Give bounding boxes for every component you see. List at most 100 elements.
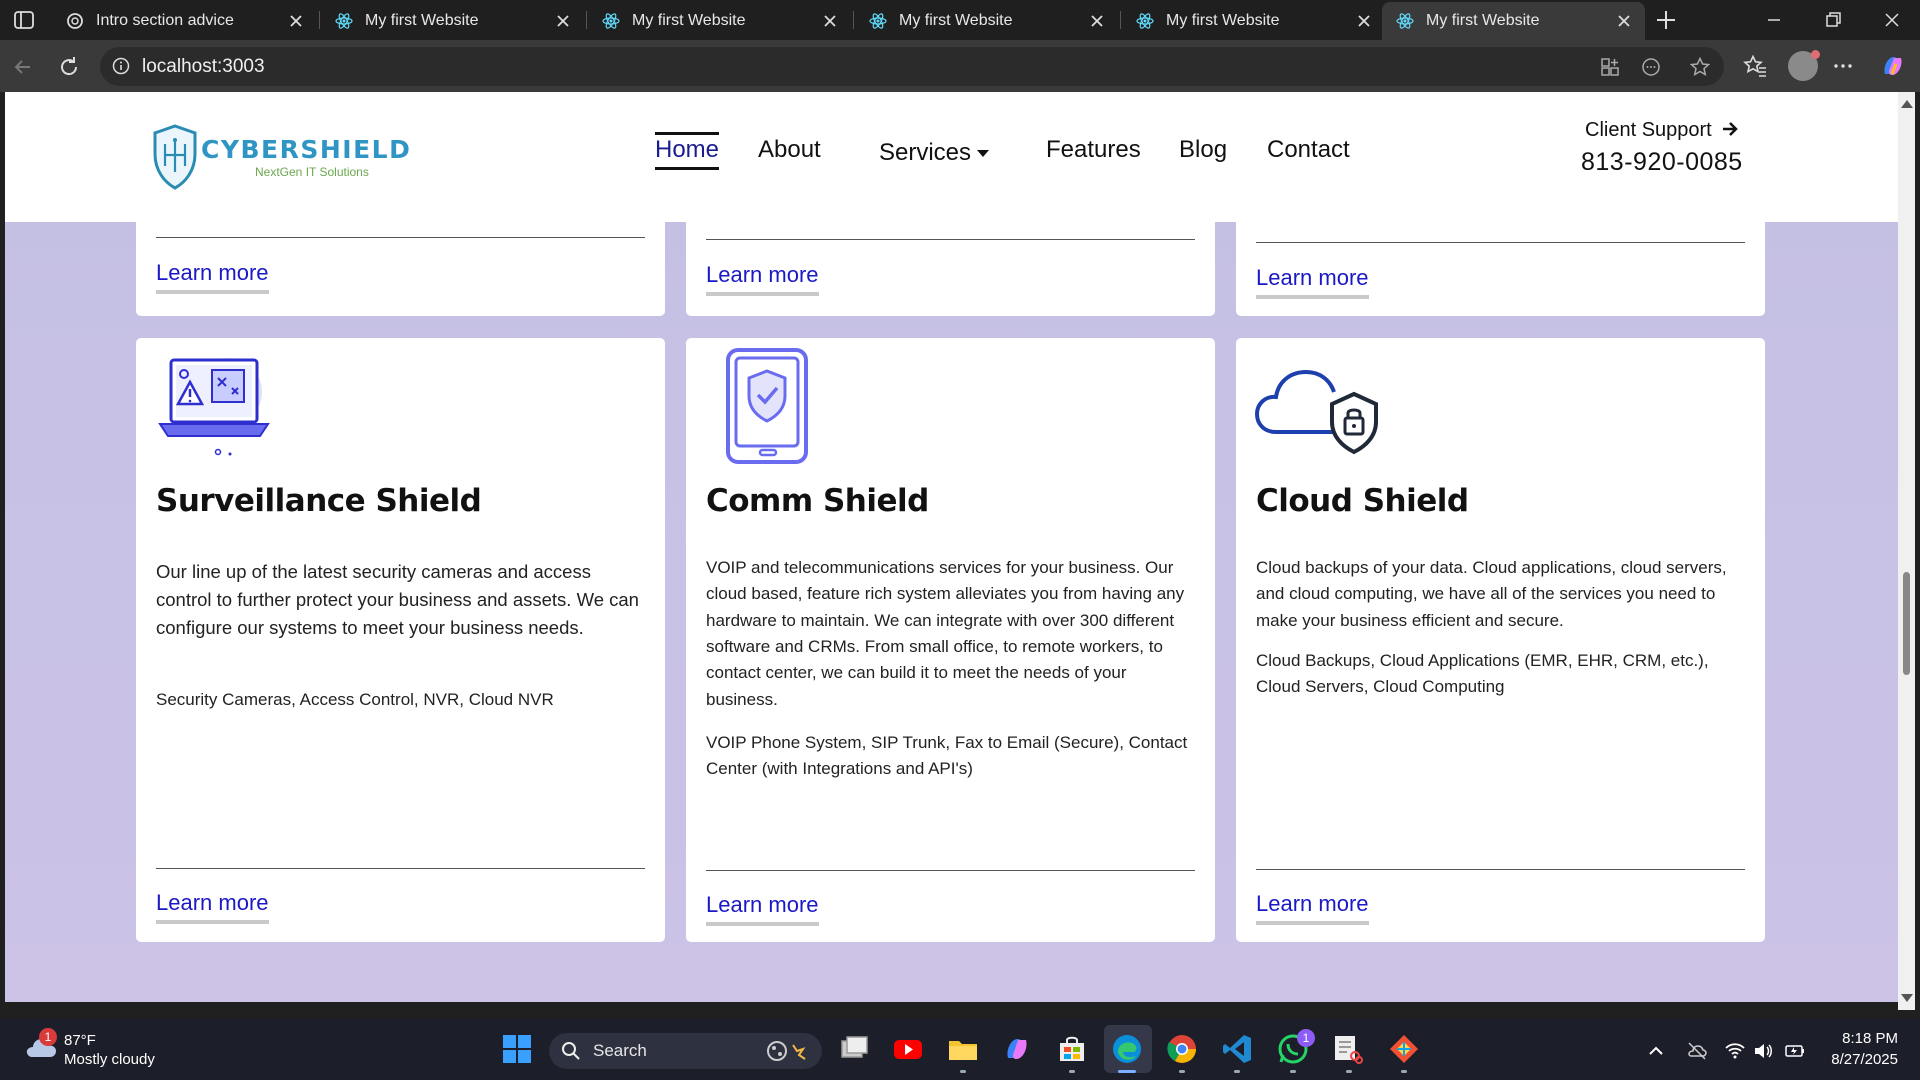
card-description: VOIP and telecommunications services for… [706,558,1185,709]
vscode-icon[interactable] [1220,1032,1254,1066]
card-divider [706,239,1195,240]
window-close-icon[interactable] [1880,8,1904,32]
tab-my-first-website-active[interactable]: My first Website [1382,2,1645,40]
nav-contact[interactable]: Contact [1267,136,1350,164]
close-icon[interactable] [821,12,839,30]
taskbar-search[interactable]: Search [549,1033,822,1069]
file-explorer-icon[interactable] [946,1032,980,1066]
tab-title: My first Website [1166,12,1280,29]
nav-blog[interactable]: Blog [1179,136,1227,164]
search-label: Search [593,1041,647,1060]
tab-actions-icon[interactable] [10,8,38,32]
more-options-icon[interactable] [1830,53,1856,79]
youtube-icon[interactable] [891,1032,925,1066]
search-highlight-icon [767,1041,806,1061]
refresh-icon[interactable] [56,54,82,80]
tab-my-first-website[interactable]: My first Website [855,2,1118,40]
tab-my-first-website[interactable]: My first Website [588,2,851,40]
close-icon[interactable] [1355,12,1373,30]
volume-icon[interactable] [1752,1040,1774,1062]
nav-active-indicator [655,132,719,135]
openai-icon [67,13,83,29]
nav-active-underline [655,167,719,170]
tab-intro-section-advice[interactable]: Intro section advice [52,2,317,40]
copilot-app-icon[interactable] [1000,1032,1034,1066]
battery-charging-icon[interactable] [1784,1040,1806,1062]
cloud-lock-icon [1254,369,1378,455]
card-title: Comm Shield [706,483,929,519]
weather-notification-badge: 1 [39,1028,57,1046]
support-phone-number[interactable]: 813-920-0085 [1581,148,1743,177]
card-title: Cloud Shield [1256,483,1469,519]
windows-start-icon[interactable] [500,1032,534,1066]
url-field[interactable]: localhost:3003 [100,47,1724,86]
app-running-indicator [1069,1070,1075,1073]
react-icon [1396,13,1414,29]
tab-separator [853,11,854,29]
browser-tab-bar: Intro section advice My first Website My… [0,0,1920,40]
show-hidden-icons-chevron-icon[interactable] [1645,1040,1667,1062]
profile-avatar[interactable] [1788,50,1820,81]
copilot-icon[interactable] [1879,52,1907,80]
favorites-icon[interactable] [1742,53,1768,79]
phone-shield-icon [726,348,808,464]
snipping-tool-icon[interactable] [1331,1032,1365,1066]
card-divider [156,868,645,869]
react-icon [869,13,887,29]
card-divider [706,870,1195,871]
cybershield-logo[interactable]: CYBERSHIELD NextGen IT Solutions [151,122,451,192]
card-tags: Cloud Backups, Cloud Applications (EMR, … [1256,651,1709,697]
task-view-icon[interactable] [837,1032,871,1066]
close-icon[interactable] [554,12,572,30]
learn-more-link[interactable]: Learn more [706,892,819,926]
learn-more-link[interactable]: Learn more [156,890,269,924]
scrollbar-thumb[interactable] [1903,572,1910,675]
scroll-down-arrow-icon[interactable] [1901,994,1913,1002]
client-support-label: Client Support [1585,119,1712,141]
nav-about[interactable]: About [758,136,821,164]
minimize-icon[interactable] [1762,8,1786,32]
card-divider [156,237,645,238]
git-client-icon[interactable] [1387,1032,1421,1066]
nav-services[interactable]: Services [879,139,990,167]
restore-icon[interactable] [1821,8,1845,32]
back-arrow-icon[interactable] [10,54,36,80]
arrow-right-icon [1723,122,1739,136]
search-icon [562,1042,580,1060]
card-tags: VOIP Phone System, SIP Trunk, Fax to Ema… [706,733,1188,779]
new-tab-icon[interactable] [1653,7,1679,33]
microsoft-store-icon[interactable] [1055,1032,1089,1066]
clock-time[interactable]: 8:18 PM [1832,1030,1898,1047]
reading-mode-icon[interactable] [1640,56,1662,78]
react-icon [1136,13,1154,29]
client-support-link[interactable]: Client Support [1585,119,1739,142]
close-icon[interactable] [1088,12,1106,30]
clock-date[interactable]: 8/27/2025 [1822,1051,1898,1068]
card-divider [1256,242,1745,243]
page-scrollbar[interactable] [1898,92,1915,1010]
site-info-icon[interactable] [112,57,130,75]
wifi-icon[interactable] [1724,1040,1746,1062]
edge-browser-icon[interactable] [1110,1032,1144,1066]
nav-home[interactable]: Home [655,136,719,164]
app-running-indicator [960,1070,966,1073]
learn-more-link[interactable]: Learn more [1256,891,1369,925]
learn-more-link[interactable]: Learn more [156,260,269,294]
close-icon[interactable] [1615,12,1633,30]
onedrive-offline-icon[interactable] [1686,1040,1708,1062]
nav-services-label: Services [879,139,972,166]
scroll-up-arrow-icon[interactable] [1901,100,1913,108]
close-icon[interactable] [287,12,305,30]
tab-my-first-website[interactable]: My first Website [321,2,584,40]
learn-more-link[interactable]: Learn more [1256,265,1369,299]
site-header: CYBERSHIELD NextGen IT Solutions Home Ab… [5,92,1898,222]
logo-wordmark: CYBERSHIELD [201,135,411,164]
tab-separator [319,11,320,29]
chrome-icon[interactable] [1165,1032,1199,1066]
app-available-icon[interactable] [1599,56,1621,78]
nav-features[interactable]: Features [1046,136,1141,164]
service-card-cloud-shield: Cloud Shield Cloud backups of your data.… [1236,338,1765,942]
favorite-star-icon[interactable] [1689,56,1711,78]
tab-my-first-website[interactable]: My first Website [1122,2,1385,40]
learn-more-link[interactable]: Learn more [706,262,819,296]
